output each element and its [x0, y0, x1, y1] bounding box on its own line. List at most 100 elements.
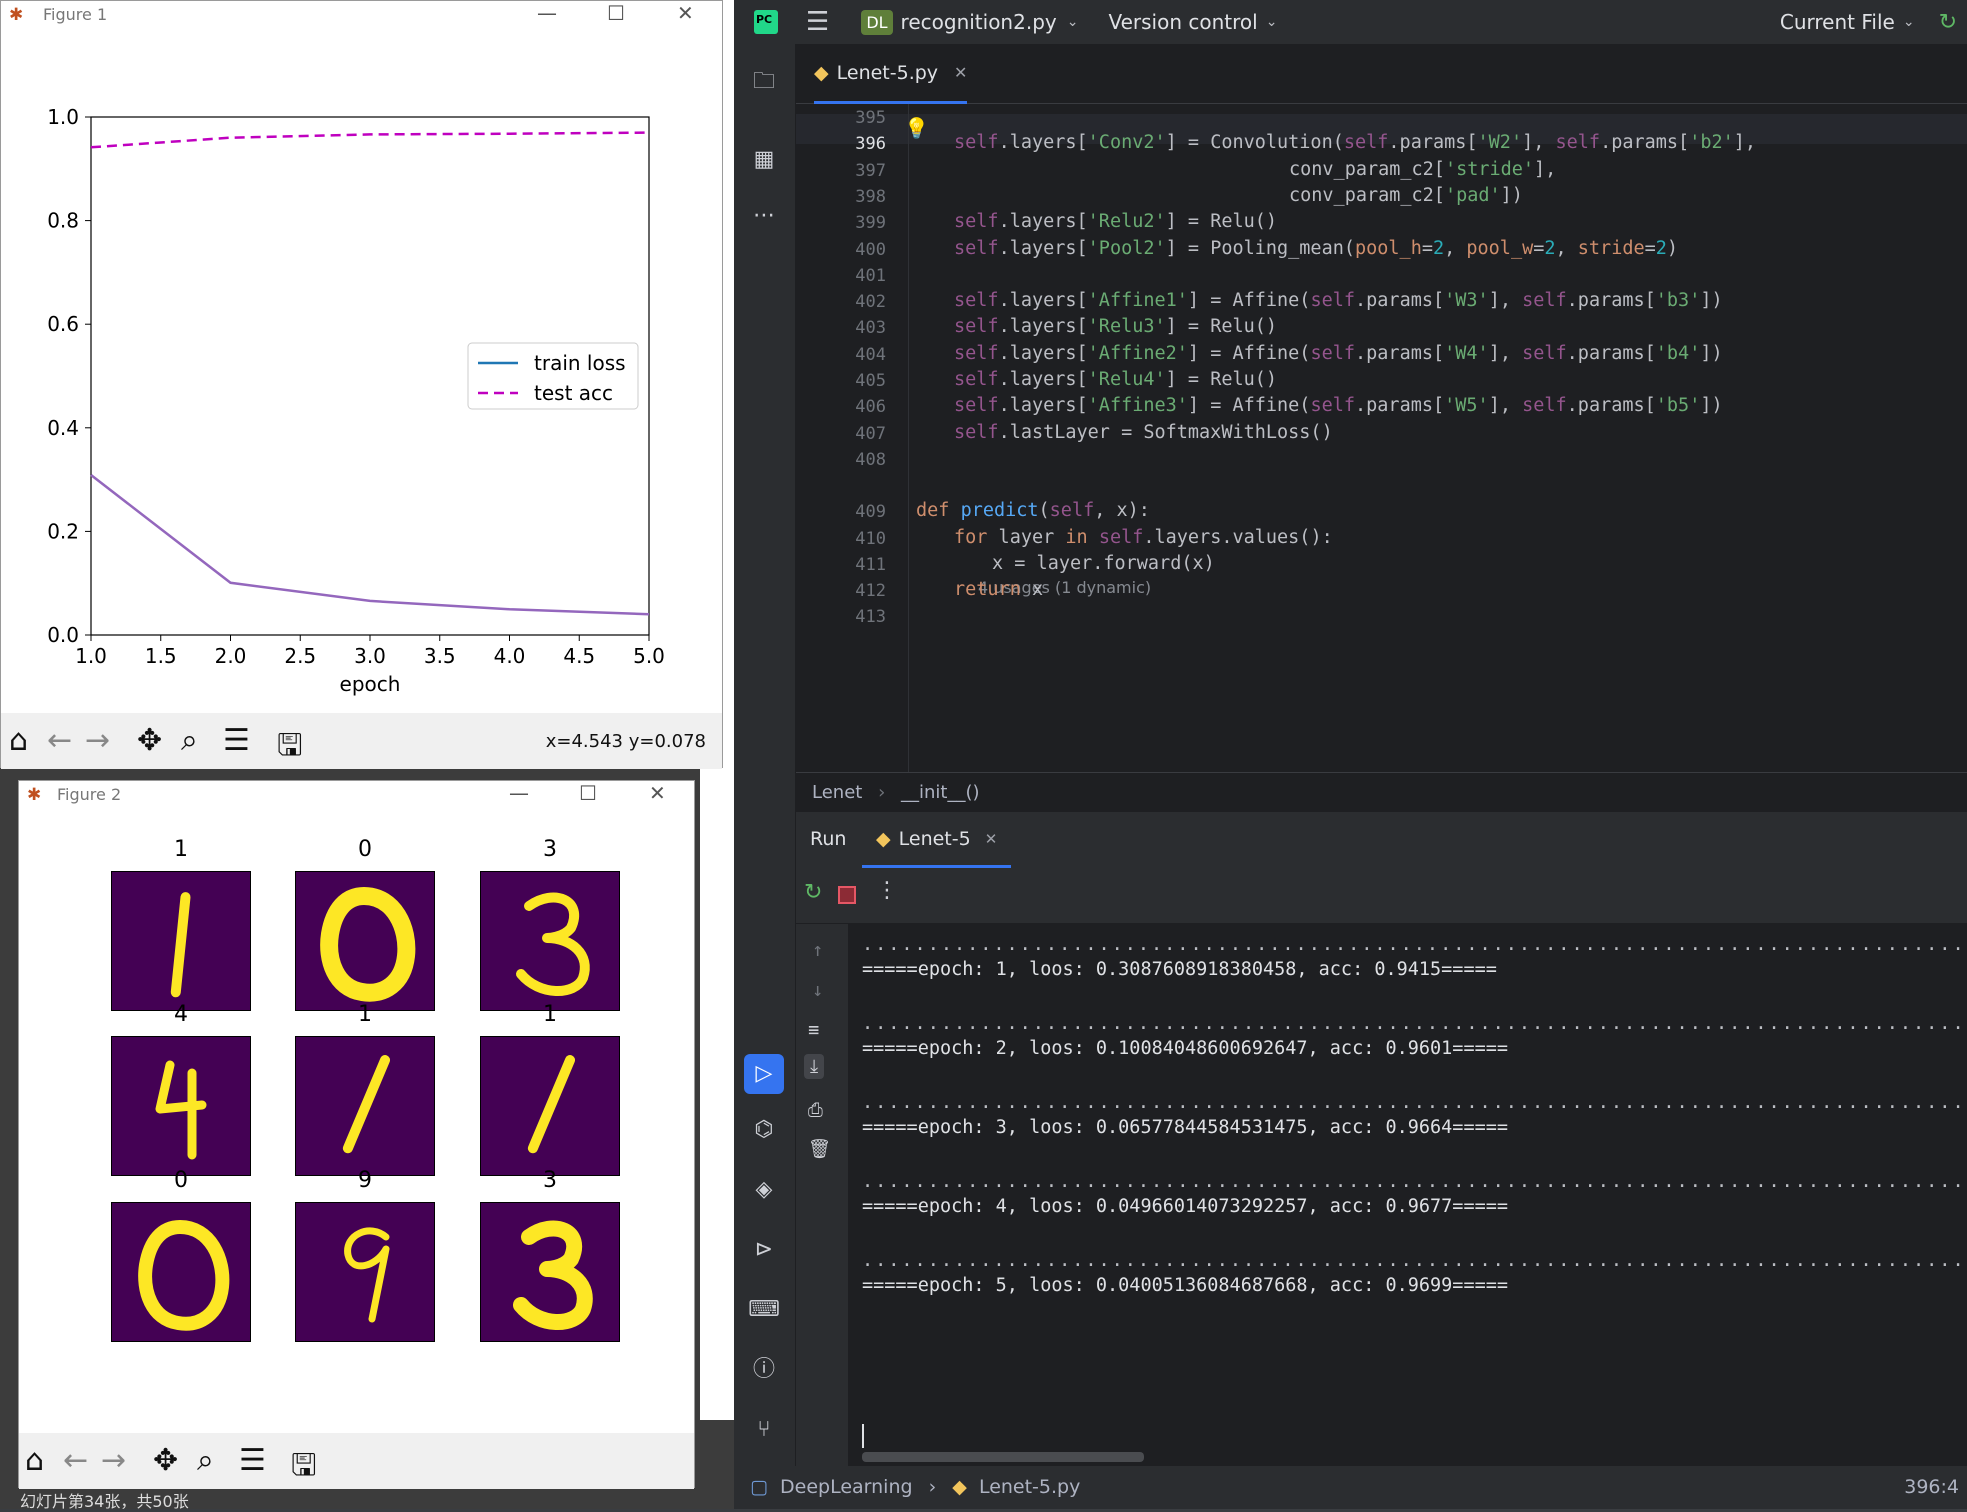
- chevron-down-icon: ⌄: [1066, 14, 1079, 30]
- digit-label: 3: [543, 837, 557, 862]
- more-options-icon[interactable]: ⋮: [876, 878, 898, 903]
- rerun-icon[interactable]: ↻: [804, 880, 822, 905]
- line-number: 411: [855, 554, 886, 575]
- console-line: =====epoch: 1, loos: 0.3087608918380458,…: [862, 959, 1497, 980]
- problems-icon[interactable]: ⓘ: [748, 1354, 780, 1386]
- code-line: conv_param_c2['stride'],: [1289, 158, 1557, 180]
- more-icon[interactable]: ⋯: [748, 200, 780, 232]
- trash-icon[interactable]: 🗑: [808, 1138, 832, 1160]
- x-tick-label: 2.0: [215, 644, 247, 668]
- back-icon[interactable]: ←: [47, 723, 72, 758]
- pan-icon[interactable]: ✥: [153, 1443, 178, 1478]
- console-line: =====epoch: 5, loos: 0.04005136084687668…: [862, 1275, 1509, 1296]
- digit-label: 3: [543, 1168, 557, 1193]
- x-tick-label: 4.5: [563, 644, 595, 668]
- digit-image: [111, 1036, 251, 1176]
- cursor-position[interactable]: 396:4: [1904, 1466, 1959, 1509]
- pan-icon[interactable]: ✥: [137, 723, 162, 758]
- save-icon[interactable]: 🖫: [291, 1443, 317, 1494]
- breadcrumb-method[interactable]: __init__(): [901, 782, 980, 803]
- scroll-to-end-icon[interactable]: ⤓: [804, 1054, 825, 1079]
- close-icon[interactable]: ✕: [954, 63, 967, 82]
- forward-icon[interactable]: →: [101, 1443, 126, 1478]
- save-icon[interactable]: 🖫: [277, 723, 303, 774]
- rerun-icon[interactable]: ↻: [1939, 10, 1957, 35]
- git-icon[interactable]: ⑂: [748, 1414, 780, 1446]
- home-icon[interactable]: ⌂: [9, 723, 28, 758]
- vcs-dropdown[interactable]: Version control: [1108, 10, 1257, 34]
- zoom-icon[interactable]: ⌕: [181, 723, 198, 758]
- status-path-file[interactable]: Lenet-5.py: [979, 1476, 1080, 1498]
- minimize-icon[interactable]: —: [537, 1, 557, 25]
- soft-wrap-icon[interactable]: ≡: [808, 1020, 819, 1041]
- configure-subplots-icon[interactable]: ☰: [223, 723, 250, 758]
- layers-icon[interactable]: ◈: [748, 1174, 780, 1206]
- run-tab-label: Lenet-5: [898, 827, 971, 850]
- main-menu-icon[interactable]: ☰: [806, 7, 829, 37]
- chevron-right-icon: ›: [928, 1476, 937, 1498]
- forward-icon[interactable]: →: [85, 723, 110, 758]
- code-line: x = layer.forward(x): [992, 552, 1215, 574]
- line-chart[interactable]: 1.0 1.5 2.0 2.5 3.0 3.5 4.0 4.5 5.0 0.0 0.2 0.4 0.6 0…: [1, 31, 724, 743]
- digit-image: [111, 1202, 251, 1342]
- python-console-icon[interactable]: ⌬: [748, 1114, 780, 1146]
- maximize-icon[interactable]: ☐: [579, 781, 597, 805]
- line-number: 398: [855, 186, 886, 207]
- stop-icon[interactable]: [838, 886, 856, 904]
- figure1-toolbar: ⌂ ← → ✥ ⌕ ☰ 🖫 x=4.543 y=0.078: [1, 713, 722, 769]
- console-line: =====epoch: 3, loos: 0.06577844584531475…: [862, 1117, 1509, 1138]
- home-icon[interactable]: ⌂: [25, 1443, 44, 1478]
- project-name-dropdown[interactable]: recognition2.py: [901, 10, 1057, 34]
- digit-image: [480, 871, 620, 1011]
- configure-subplots-icon[interactable]: ☰: [239, 1443, 266, 1478]
- progress-dots: ........................................…: [862, 1250, 1962, 1271]
- line-number: 404: [855, 344, 886, 365]
- digit-label: 0: [174, 1168, 188, 1193]
- python-file-icon: ◆: [876, 827, 891, 850]
- progress-dots: ........................................…: [862, 1092, 1962, 1113]
- folder-icon[interactable]: 🗀: [748, 66, 780, 98]
- arrow-up-icon[interactable]: ↑: [812, 940, 823, 961]
- back-icon[interactable]: ←: [63, 1443, 88, 1478]
- tab-lenet-5[interactable]: ◆ Lenet-5.py ✕: [814, 44, 968, 104]
- figure2-toolbar: ⌂ ← → ✥ ⌕ ☰ 🖫: [19, 1433, 694, 1489]
- x-tick-label: 3.0: [354, 644, 386, 668]
- chevron-down-icon: ⌄: [1902, 14, 1915, 30]
- x-tick-label: 5.0: [633, 644, 665, 668]
- print-icon[interactable]: ⎙: [808, 1100, 823, 1121]
- tool-window-strip: 🗀 ▦ ⋯ ▷ ⌬ ◈ ⊳ ⌨ ⓘ ⑂: [734, 44, 796, 1466]
- run-console[interactable]: ↑ ↓ ≡ ⤓ ⎙ 🗑 ............................…: [796, 924, 1967, 1466]
- horizontal-scrollbar[interactable]: [862, 1452, 1144, 1462]
- maximize-icon[interactable]: ☐: [607, 1, 625, 25]
- module-icon: ▢: [750, 1476, 768, 1498]
- progress-dots: ........................................…: [862, 1013, 1962, 1034]
- minimize-icon[interactable]: —: [509, 781, 529, 805]
- line-number: 409: [855, 502, 886, 523]
- run-config-dropdown[interactable]: Current File: [1780, 10, 1895, 34]
- services-icon[interactable]: ⊳: [748, 1234, 780, 1266]
- close-icon[interactable]: ✕: [677, 1, 694, 25]
- close-icon[interactable]: ✕: [649, 781, 666, 805]
- structure-icon[interactable]: ▦: [748, 144, 780, 176]
- arrow-down-icon[interactable]: ↓: [812, 980, 823, 1001]
- terminal-icon[interactable]: ⌨: [748, 1294, 780, 1326]
- run-toolbar: ↻ ⋮: [796, 868, 1967, 924]
- x-tick-label: 3.5: [424, 644, 456, 668]
- run-tool-icon[interactable]: ▷: [744, 1054, 784, 1094]
- breadcrumb: Lenet › __init__(): [796, 772, 1967, 812]
- project-badge: DL: [861, 9, 893, 35]
- code-line: return x: [954, 579, 1044, 601]
- line-number: 402: [855, 292, 886, 313]
- breadcrumb-class[interactable]: Lenet: [812, 782, 862, 803]
- code-editor[interactable]: 💡 4 usages (1 dynamic) 395 396 self.layers…: [796, 104, 1967, 772]
- x-tick-label: 1.5: [145, 644, 177, 668]
- zoom-icon[interactable]: ⌕: [197, 1443, 214, 1478]
- code-line: conv_param_c2['pad']): [1289, 184, 1523, 206]
- close-icon[interactable]: ✕: [985, 830, 998, 848]
- status-path-project[interactable]: DeepLearning: [780, 1476, 913, 1498]
- progress-dots: ........................................…: [862, 1171, 1962, 1192]
- tab-run-lenet-5[interactable]: ◆ Lenet-5 ✕: [862, 812, 1012, 868]
- x-axis-label: epoch: [340, 672, 401, 696]
- bulb-icon[interactable]: 💡: [904, 116, 929, 140]
- code-line: self.layers['Relu4'] = Relu(): [954, 369, 1278, 390]
